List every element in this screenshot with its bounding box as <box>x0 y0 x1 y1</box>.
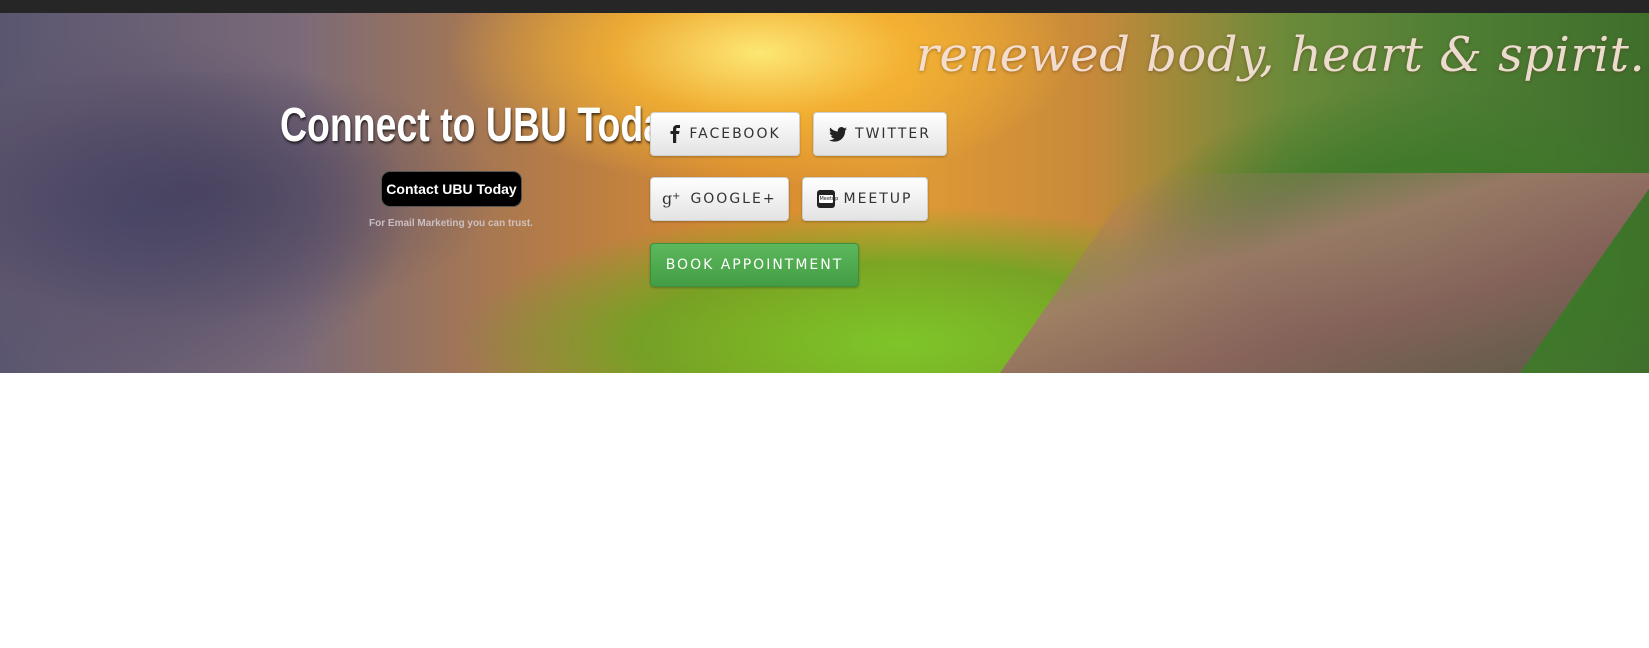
twitter-button[interactable]: TWITTER <box>813 112 947 156</box>
svg-text:+: + <box>672 191 682 202</box>
twitter-icon <box>829 126 848 142</box>
hero-tagline: renewed body, heart & spirit... <box>916 27 1649 83</box>
google-plus-label: GOOGLE+ <box>690 191 777 207</box>
google-plus-button[interactable]: g + GOOGLE+ <box>650 177 789 221</box>
facebook-icon <box>669 125 681 143</box>
twitter-label: TWITTER <box>855 126 931 142</box>
meetup-icon: Meetup <box>817 190 839 208</box>
hero-road <box>985 173 1649 373</box>
top-bar <box>0 0 1649 13</box>
contact-button[interactable]: Contact UBU Today <box>381 171 522 207</box>
book-appointment-button[interactable]: BOOK APPOINTMENT <box>650 243 859 287</box>
email-marketing-trust-text: For Email Marketing you can trust. <box>369 218 533 229</box>
meetup-badge-text: Meetup <box>819 195 839 203</box>
meetup-button[interactable]: Meetup MEETUP <box>802 177 928 221</box>
connect-title: Connect to UBU Today: <box>280 99 698 152</box>
meetup-label: MEETUP <box>843 191 913 207</box>
google-plus-icon: g + <box>662 190 682 208</box>
facebook-label: FACEBOOK <box>689 126 781 142</box>
facebook-button[interactable]: FACEBOOK <box>650 112 800 156</box>
